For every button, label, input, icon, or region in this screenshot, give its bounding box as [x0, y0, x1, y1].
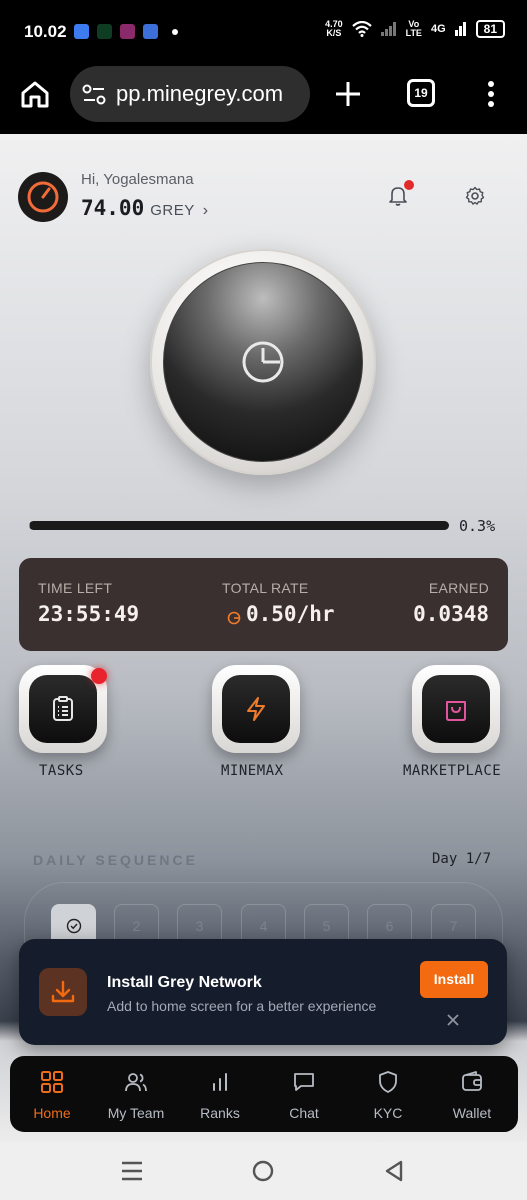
network-speed: 4.70 K/S	[325, 19, 343, 38]
volte-indicator: Vo LTE	[405, 19, 422, 38]
wallet-icon	[462, 1071, 482, 1091]
status-indicators: 4.70 K/S Vo LTE 4G 81	[325, 20, 505, 38]
balance-unit: GREY	[150, 202, 195, 219]
install-title: Install Grey Network	[107, 974, 262, 991]
home-circle-icon[interactable]	[252, 1160, 274, 1182]
status-time: 10.02	[24, 22, 67, 41]
mining-progress-bar	[29, 521, 449, 530]
close-icon[interactable]	[446, 1013, 460, 1027]
total-rate-label: TOTAL RATE	[222, 580, 309, 596]
time-left-value: 23:55:49	[38, 602, 140, 626]
chat-icon	[294, 1073, 314, 1091]
notification-badge	[404, 180, 414, 190]
earned-value: 0.0348	[413, 602, 489, 626]
grey-coin-icon	[227, 611, 241, 625]
url-text: pp.minegrey.com	[116, 81, 284, 106]
recent-apps-icon[interactable]	[120, 1160, 144, 1182]
balance-link[interactable]: 74.00 GREY ›	[81, 196, 208, 220]
marketplace-button[interactable]	[412, 665, 500, 753]
app-content: Hi, Yogalesmana 74.00 GREY › 0.3% TIME L…	[0, 134, 527, 1142]
download-icon	[51, 980, 75, 1003]
lightning-icon	[247, 697, 265, 721]
grid-icon	[41, 1071, 63, 1093]
minemax-button-face	[222, 675, 290, 743]
clipboard-icon	[53, 696, 73, 721]
nav-my-team-label: My Team	[107, 1105, 165, 1121]
nav-chat[interactable]: Chat	[262, 1056, 346, 1132]
shopping-bag-icon	[446, 701, 466, 721]
signal-icon	[380, 22, 396, 36]
install-banner: Install Grey Network Add to home screen …	[19, 939, 507, 1045]
greeting-text: Hi, Yogalesmana	[81, 171, 194, 188]
game-app-icon	[120, 24, 135, 39]
nav-chat-label: Chat	[289, 1105, 319, 1121]
crypto-app-icon	[97, 24, 112, 39]
notification-icons	[74, 24, 178, 39]
signal-icon-2	[454, 22, 466, 36]
network-type: 4G	[430, 23, 446, 35]
mining-logo-icon	[242, 341, 284, 383]
more-menu-icon[interactable]	[486, 80, 496, 108]
new-tab-icon[interactable]	[334, 80, 362, 108]
messages-app-icon	[74, 24, 89, 39]
nav-kyc[interactable]: KYC	[346, 1056, 430, 1132]
settings-app-icon	[143, 24, 158, 39]
earned-label: EARNED	[428, 580, 489, 596]
system-navigation-bar	[0, 1142, 527, 1200]
nav-ranks[interactable]: Ranks	[178, 1056, 262, 1132]
time-left-label: TIME LEFT	[38, 580, 113, 596]
tasks-button-face	[29, 675, 97, 743]
minemax-label: MINEMAX	[221, 763, 284, 779]
mining-progress-fill	[29, 521, 31, 530]
gauge-logo-icon	[27, 181, 59, 213]
install-button[interactable]: Install	[420, 961, 488, 998]
bar-chart-icon	[213, 1073, 227, 1091]
shield-icon	[379, 1071, 397, 1093]
check-circle-icon	[66, 918, 81, 934]
download-icon-box	[39, 968, 87, 1016]
nav-kyc-label: KYC	[373, 1105, 403, 1121]
mining-progress-label: 0.3%	[459, 517, 496, 535]
tab-switcher-button[interactable]: 19	[407, 79, 435, 107]
marketplace-button-face	[422, 675, 490, 743]
daily-sequence-title: DAILY SEQUENCE	[33, 852, 198, 868]
marketplace-label: MARKETPLACE	[403, 763, 502, 779]
install-subtitle: Add to home screen for a better experien…	[107, 998, 377, 1014]
minemax-button[interactable]	[212, 665, 300, 753]
avatar[interactable]	[18, 172, 68, 222]
balance-value: 74.00	[81, 196, 145, 220]
tasks-notification-dot	[91, 668, 107, 684]
nav-wallet-label: Wallet	[452, 1105, 492, 1121]
home-icon[interactable]	[20, 80, 50, 108]
nav-home[interactable]: Home	[10, 1056, 94, 1132]
address-bar[interactable]: pp.minegrey.com	[70, 66, 310, 122]
site-settings-icon[interactable]	[82, 84, 106, 106]
battery-indicator: 81	[475, 20, 505, 38]
wifi-icon	[351, 21, 372, 37]
nav-home-label: Home	[33, 1105, 71, 1121]
chevron-right-icon: ›	[202, 202, 209, 219]
bottom-nav: Home My Team Ranks Chat KYC Wallet	[10, 1056, 518, 1132]
more-notifications-dot	[172, 28, 178, 35]
tasks-label: TASKS	[39, 763, 84, 779]
nav-ranks-label: Ranks	[200, 1105, 240, 1121]
users-icon	[125, 1073, 147, 1092]
back-icon[interactable]	[384, 1160, 404, 1182]
nav-wallet[interactable]: Wallet	[430, 1056, 514, 1132]
browser-toolbar: pp.minegrey.com 19	[0, 62, 527, 134]
total-rate-value: 0.50/hr	[246, 602, 335, 626]
status-bar: 10.02 4.70 K/S Vo LTE 4G 81	[0, 0, 527, 62]
stats-card: TIME LEFT 23:55:49 TOTAL RATE 0.50/hr EA…	[19, 558, 508, 651]
nav-my-team[interactable]: My Team	[94, 1056, 178, 1132]
daily-sequence-day: Day 1/7	[432, 851, 492, 867]
gear-icon[interactable]	[465, 186, 485, 206]
